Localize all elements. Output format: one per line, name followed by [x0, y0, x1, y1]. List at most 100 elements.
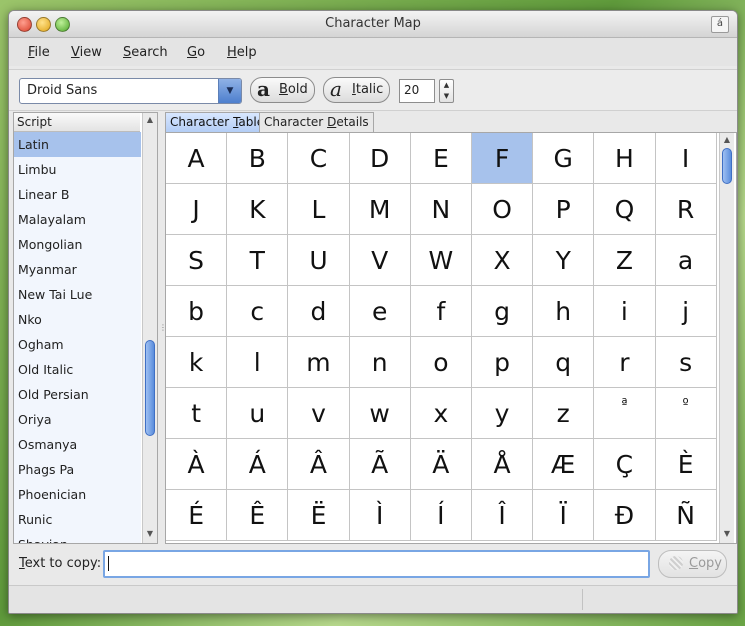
character-cell[interactable]: g — [471, 286, 534, 337]
character-cell[interactable]: A — [166, 133, 228, 184]
character-cell[interactable]: E — [410, 133, 472, 184]
character-cell[interactable]: Q — [594, 184, 656, 235]
script-list-item[interactable]: Old Italic — [14, 357, 141, 382]
character-cell[interactable]: Ñ — [655, 490, 717, 541]
script-list-item[interactable]: Oriya — [14, 407, 141, 432]
script-list-item[interactable]: Runic — [14, 507, 141, 532]
character-cell[interactable]: Ã — [349, 439, 411, 490]
character-cell[interactable]: x — [410, 388, 472, 439]
script-list-item[interactable]: Nko — [14, 307, 141, 332]
character-cell[interactable]: W — [410, 235, 472, 286]
script-list-item[interactable]: Linear B — [14, 182, 141, 207]
menu-search[interactable]: Search — [123, 45, 168, 60]
scroll-up-icon[interactable]: ▲ — [720, 133, 734, 147]
font-size-input[interactable]: 20 — [399, 79, 435, 103]
character-cell[interactable]: e — [349, 286, 411, 337]
character-cell[interactable]: f — [410, 286, 472, 337]
character-cell[interactable]: J — [166, 184, 228, 235]
chevron-down-icon[interactable]: ▼ — [440, 91, 453, 102]
script-list-item[interactable]: Phags Pa — [14, 457, 141, 482]
font-family-combo[interactable]: Droid Sans ▼ — [19, 78, 242, 104]
bold-toggle-button[interactable]: a Bold — [250, 77, 315, 103]
script-list-item[interactable]: Osmanya — [14, 432, 141, 457]
character-cell[interactable]: ª — [594, 388, 656, 439]
character-cell[interactable]: Ê — [227, 490, 289, 541]
tab-character-details[interactable]: Character Details — [259, 112, 374, 132]
character-cell[interactable]: H — [594, 133, 656, 184]
text-to-copy-input[interactable] — [103, 550, 650, 578]
menu-file[interactable]: File — [28, 45, 50, 60]
character-cell[interactable]: c — [227, 286, 289, 337]
script-list[interactable]: Latin Limbu Linear B Malayalam Mongolian Myan… — [14, 132, 141, 543]
character-cell[interactable]: È — [655, 439, 717, 490]
character-cell[interactable]: b — [166, 286, 228, 337]
character-cell[interactable]: w — [349, 388, 411, 439]
character-cell[interactable]: N — [410, 184, 472, 235]
character-cell[interactable]: S — [166, 235, 228, 286]
character-cell[interactable]: K — [227, 184, 289, 235]
scroll-down-icon[interactable]: ▼ — [720, 527, 734, 541]
script-list-item[interactable]: Malayalam — [14, 207, 141, 232]
character-cell[interactable]: G — [533, 133, 595, 184]
script-list-scrollbar[interactable]: ▲ ▼ — [142, 113, 157, 543]
character-cell[interactable]: z — [533, 388, 595, 439]
character-cell[interactable]: l — [227, 337, 289, 388]
character-cell[interactable]: i — [594, 286, 656, 337]
italic-toggle-button[interactable]: a Italic — [323, 77, 390, 103]
character-cell[interactable]: t — [166, 388, 228, 439]
character-cell[interactable]: U — [288, 235, 350, 286]
character-cell[interactable]: Ë — [288, 490, 350, 541]
character-cell[interactable]: j — [655, 286, 717, 337]
character-cell[interactable]: Í — [410, 490, 472, 541]
character-cell[interactable]: p — [471, 337, 534, 388]
character-cell[interactable]: Å — [471, 439, 534, 490]
character-cell[interactable]: r — [594, 337, 656, 388]
script-list-item[interactable]: Shavian — [14, 532, 141, 543]
character-cell[interactable]: v — [288, 388, 350, 439]
character-cell[interactable]: s — [655, 337, 717, 388]
character-cell[interactable]: D — [349, 133, 411, 184]
character-cell[interactable]: Ì — [349, 490, 411, 541]
character-cell[interactable]: º — [655, 388, 717, 439]
character-cell[interactable]: n — [349, 337, 411, 388]
font-size-stepper[interactable]: ▲ ▼ — [439, 79, 454, 103]
character-cell[interactable]: h — [533, 286, 595, 337]
character-cell[interactable]: V — [349, 235, 411, 286]
character-cell[interactable]: a — [655, 235, 717, 286]
scroll-down-icon[interactable]: ▼ — [143, 527, 157, 541]
character-cell[interactable]: y — [471, 388, 534, 439]
character-cell[interactable]: T — [227, 235, 289, 286]
character-cell[interactable]: É — [166, 490, 228, 541]
tab-character-table[interactable]: Character Table — [165, 112, 270, 132]
chevron-up-icon[interactable]: ▲ — [440, 80, 453, 91]
character-cell[interactable]: L — [288, 184, 350, 235]
character-cell[interactable]: m — [288, 337, 350, 388]
character-cell[interactable]: Ç — [594, 439, 656, 490]
character-cell[interactable]: q — [533, 337, 595, 388]
character-cell[interactable]: Ï — [533, 490, 595, 541]
character-cell[interactable]: Ä — [410, 439, 472, 490]
script-list-item[interactable]: Phoenician — [14, 482, 141, 507]
character-cell[interactable]: u — [227, 388, 289, 439]
script-list-item[interactable]: Limbu — [14, 157, 141, 182]
character-cell[interactable]: k — [166, 337, 228, 388]
character-cell[interactable]: À — [166, 439, 228, 490]
character-cell[interactable]: Đ — [594, 490, 656, 541]
menu-go[interactable]: Go — [187, 45, 205, 60]
scroll-thumb[interactable] — [145, 340, 155, 436]
menu-view[interactable]: View — [71, 45, 102, 60]
character-cell[interactable]: R — [655, 184, 717, 235]
character-cell[interactable]: Y — [533, 235, 595, 286]
character-cell[interactable]: M — [349, 184, 411, 235]
character-cell[interactable]: Î — [471, 490, 534, 541]
character-cell[interactable]: B — [227, 133, 289, 184]
scroll-thumb[interactable] — [722, 148, 732, 184]
character-cell[interactable]: O — [471, 184, 534, 235]
character-cell[interactable]: F — [471, 133, 534, 184]
character-cell[interactable]: X — [471, 235, 534, 286]
script-column-header[interactable]: Script — [14, 113, 140, 132]
script-list-item[interactable]: Myanmar — [14, 257, 141, 282]
chevron-down-icon[interactable]: ▼ — [218, 79, 241, 103]
character-cell[interactable]: Â — [288, 439, 350, 490]
script-list-item[interactable]: Old Persian — [14, 382, 141, 407]
